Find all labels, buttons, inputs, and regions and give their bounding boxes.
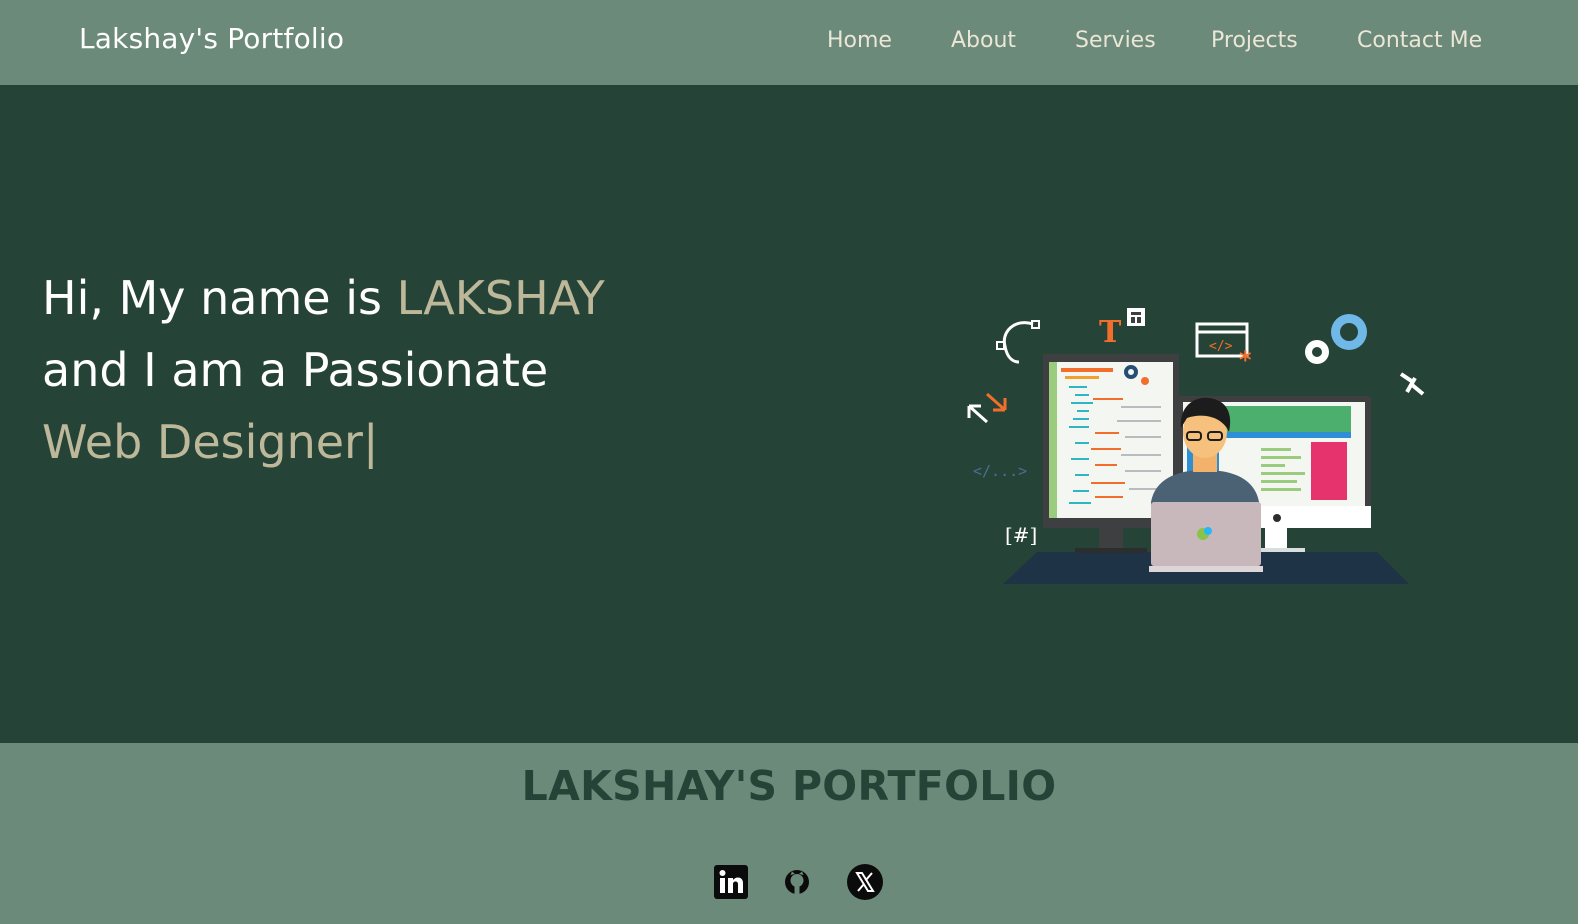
hash-tag-text: [#] [1005,523,1037,547]
nav-contact-link[interactable]: Contact Me [1357,28,1482,53]
github-icon[interactable] [778,863,816,901]
nav-about-link[interactable]: About [951,28,1016,53]
svg-text:*: * [1239,346,1252,374]
footer-title: LAKSHAY'S PORTFOLIO [521,762,1057,810]
web-developer-illustration: T </> * </...> [#] [967,308,1425,584]
layout-icon [1127,308,1145,326]
svg-text:</>: </> [1209,339,1233,354]
text-tool-icon: T [1099,315,1122,350]
hero-line-3: Web Designer| [42,406,605,478]
x-icon[interactable] [846,863,884,901]
curve-tool-icon [1002,321,1034,364]
resize-arrow-icon [967,404,988,424]
hero-line-2: and I am a Passionate [42,343,549,397]
linkedin-icon[interactable] [712,863,750,901]
link-icon [1399,372,1425,396]
hero-name: LAKSHAY [396,271,605,325]
brand-title[interactable]: Lakshay's Portfolio [79,22,344,55]
nav-home-link[interactable]: Home [827,28,892,53]
hero-role: Web Designer [42,415,363,469]
hero-greeting: Hi, My name is [42,271,397,325]
nav-services-link[interactable]: Servies [1075,28,1156,53]
hero-line-1: Hi, My name is LAKSHAY [42,262,605,334]
typing-cursor: | [362,415,379,469]
top-navbar: Lakshay's Portfolio Home About Servies P… [0,0,1578,85]
nav-projects-link[interactable]: Projects [1211,28,1298,53]
hero-heading: Hi, My name is LAKSHAY and I am a Passio… [42,262,605,478]
code-tag-text: </...> [973,462,1027,480]
